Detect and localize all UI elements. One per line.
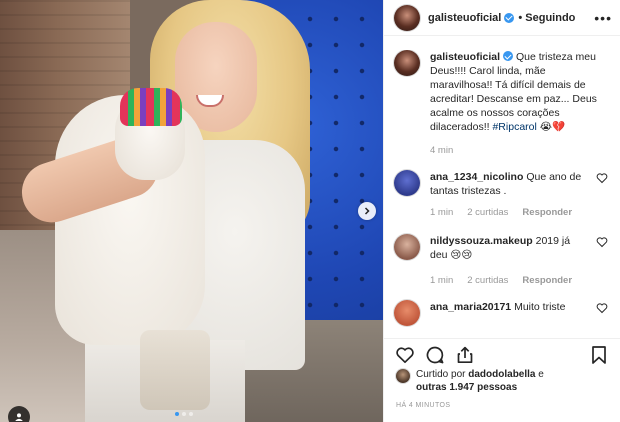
liked-by-conjunction: e [538, 369, 544, 380]
comment-body: ana_1234_nicolino Que ano de tantas tris… [430, 170, 590, 220]
heart-icon[interactable] [596, 236, 608, 248]
comment-likes[interactable]: 2 curtidas [467, 206, 508, 220]
user-tag-icon [15, 413, 23, 421]
caption-username[interactable]: galisteuoficial [430, 51, 500, 63]
liked-by-text: Curtido por dadodolabella e outras 1.947… [416, 368, 544, 394]
comment-row: ana_maria20171 Muito triste [384, 300, 620, 326]
post-header: galisteuoficial • Seguindo ••• [384, 0, 620, 36]
comment-icon [426, 346, 444, 363]
chevron-right-icon [364, 207, 370, 215]
like-button[interactable] [394, 344, 416, 366]
comment-time[interactable]: 1 min [430, 274, 453, 288]
heart-icon[interactable] [596, 172, 608, 184]
comment-username[interactable]: ana_maria20171 [430, 301, 511, 313]
liked-by: Curtido por dadodolabella e outras 1.947… [396, 368, 612, 394]
comment-body: nildyssouza.makeup 2019 já deu 😢😢 1 min … [430, 234, 590, 288]
heart-icon[interactable] [596, 302, 608, 314]
reply-button[interactable]: Responder [522, 274, 572, 288]
avatar[interactable] [394, 234, 420, 260]
lamb-hat [120, 88, 182, 126]
caption-emoji: 😭💔 [539, 121, 566, 133]
avatar[interactable] [394, 300, 420, 326]
verified-badge-icon [503, 51, 514, 61]
caption-time[interactable]: 4 min [430, 144, 608, 158]
following-label: Seguindo [525, 11, 576, 24]
author-username[interactable]: galisteuoficial [428, 12, 501, 24]
hashtag-link[interactable]: #Ripcarol [492, 121, 536, 133]
carousel-dot [175, 412, 179, 416]
verified-badge-icon [504, 12, 515, 23]
save-button[interactable] [588, 344, 610, 366]
bookmark-icon [592, 345, 606, 364]
action-bar [384, 338, 620, 370]
post-timestamp[interactable]: HÁ 4 MINUTOS [396, 402, 450, 409]
avatar[interactable] [394, 50, 420, 76]
post-photo[interactable] [0, 0, 383, 422]
comment-username[interactable]: ana_1234_nicolino [430, 171, 523, 183]
more-options-icon[interactable]: ••• [594, 10, 612, 26]
lamb-legs [140, 330, 210, 410]
avatar[interactable] [396, 369, 410, 383]
post-side-panel: galisteuoficial • Seguindo ••• galisteuo… [383, 0, 620, 422]
comment-meta: 1 min 2 curtidas Responder [430, 274, 590, 288]
following-button[interactable]: • Seguindo [518, 12, 575, 24]
comment-likes[interactable]: 2 curtidas [467, 274, 508, 288]
share-button[interactable] [454, 344, 476, 366]
caption-body: galisteuoficial Que tristeza meu Deus!!!… [430, 50, 608, 158]
avatar[interactable] [394, 170, 420, 196]
comment-row: ana_1234_nicolino Que ano de tantas tris… [384, 170, 620, 220]
carousel-dot [189, 412, 193, 416]
carousel-dots [175, 412, 193, 416]
comment-row: nildyssouza.makeup 2019 já deu 😢😢 1 min … [384, 234, 620, 288]
avatar[interactable] [394, 4, 420, 31]
carousel-dot [182, 412, 186, 416]
liked-by-others[interactable]: outras 1.947 pessoas [416, 382, 517, 393]
reply-button[interactable]: Responder [522, 206, 572, 220]
user-tag-button[interactable] [8, 406, 30, 422]
comment-button[interactable] [424, 344, 446, 366]
comment-username[interactable]: nildyssouza.makeup [430, 235, 533, 247]
comment-time[interactable]: 1 min [430, 206, 453, 220]
liked-by-prefix: Curtido por [416, 369, 466, 380]
comment-meta: 1 min 2 curtidas Responder [430, 206, 590, 220]
comment-body: ana_maria20171 Muito triste [430, 300, 590, 326]
liked-by-user[interactable]: dadodolabella [468, 369, 535, 380]
comments-list[interactable]: galisteuoficial Que tristeza meu Deus!!!… [384, 50, 620, 338]
share-icon [457, 346, 473, 363]
next-slide-button[interactable] [358, 202, 376, 220]
comment-text: Muito triste [514, 301, 566, 313]
heart-icon [396, 346, 414, 363]
caption: galisteuoficial Que tristeza meu Deus!!!… [384, 50, 620, 158]
